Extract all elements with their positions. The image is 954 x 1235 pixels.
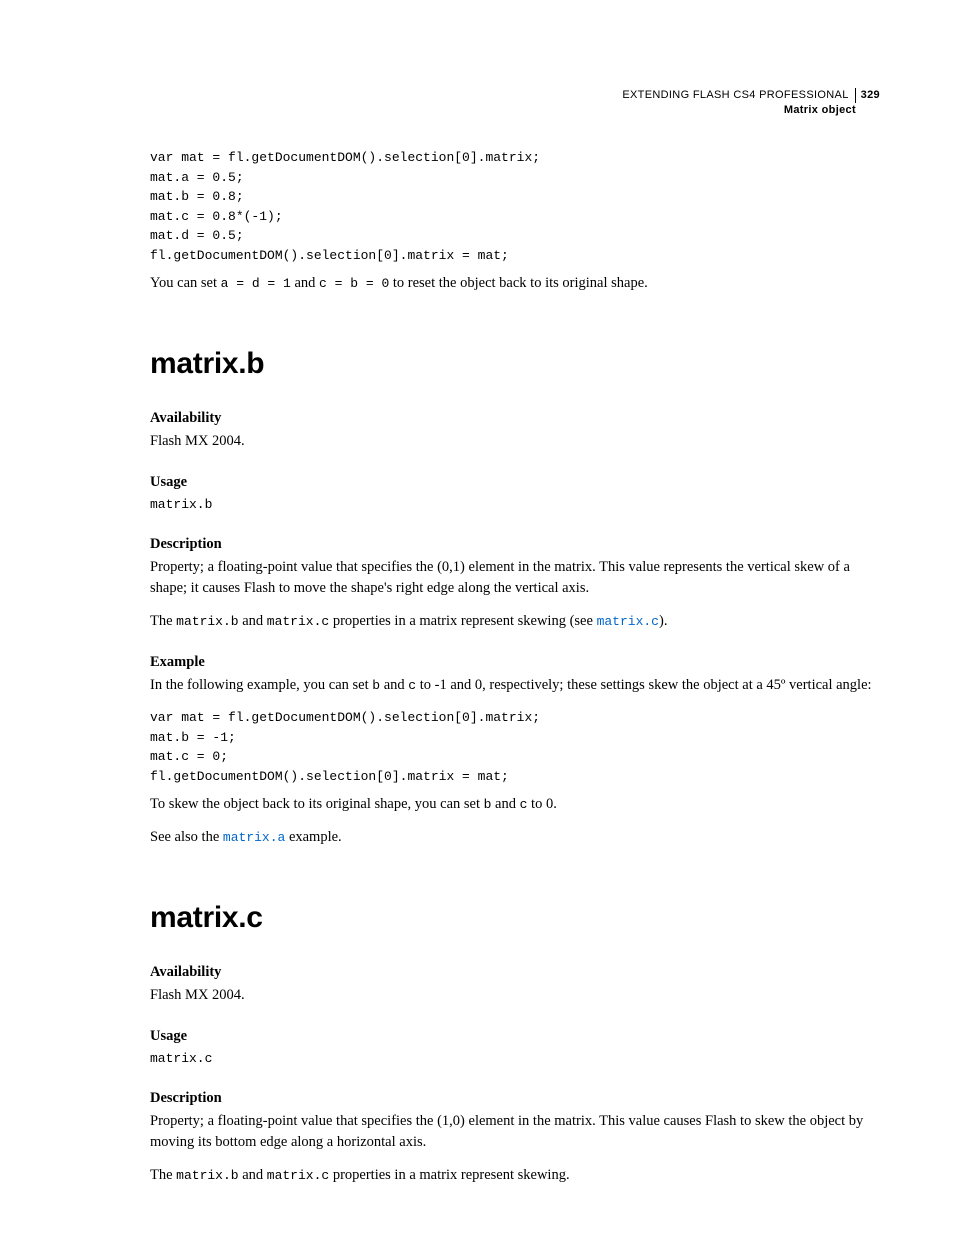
text: and bbox=[380, 677, 408, 693]
usage-code: matrix.b bbox=[150, 495, 880, 515]
text: and bbox=[291, 275, 319, 291]
usage-heading: Usage bbox=[150, 472, 880, 493]
example-code-block: var mat = fl.getDocumentDOM().selection[… bbox=[150, 708, 880, 786]
page: EXTENDING FLASH CS4 PROFESSIONAL329 Matr… bbox=[0, 0, 954, 1235]
inline-code: c = b = 0 bbox=[319, 276, 389, 291]
inline-code: a = d = 1 bbox=[221, 276, 291, 291]
usage-code: matrix.c bbox=[150, 1049, 880, 1069]
text: to 0. bbox=[527, 796, 556, 812]
description-heading: Description bbox=[150, 1088, 880, 1109]
text: and bbox=[239, 1167, 267, 1183]
inline-code: matrix.c bbox=[267, 1168, 329, 1183]
text: and bbox=[491, 796, 519, 812]
xref-matrix-c[interactable]: matrix.c bbox=[597, 614, 659, 629]
availability-heading: Availability bbox=[150, 962, 880, 983]
header-subtitle: Matrix object bbox=[622, 103, 880, 118]
description-paragraph-2: The matrix.b and matrix.c properties in … bbox=[150, 611, 880, 632]
text: The bbox=[150, 613, 176, 629]
availability-text: Flash MX 2004. bbox=[150, 985, 880, 1006]
text: to reset the object back to its original… bbox=[389, 275, 648, 291]
description-paragraph: Property; a floating-point value that sp… bbox=[150, 1111, 880, 1153]
section-heading-matrix-b: matrix.b bbox=[150, 342, 880, 386]
xref-matrix-a[interactable]: matrix.a bbox=[223, 830, 285, 845]
text: You can set bbox=[150, 275, 221, 291]
description-heading: Description bbox=[150, 534, 880, 555]
inline-code: c bbox=[408, 678, 416, 693]
inline-code: b bbox=[372, 678, 380, 693]
text: and bbox=[239, 613, 267, 629]
header-title: EXTENDING FLASH CS4 PROFESSIONAL bbox=[622, 88, 855, 103]
section-heading-matrix-c: matrix.c bbox=[150, 896, 880, 940]
intro-reset-paragraph: You can set a = d = 1 and c = b = 0 to r… bbox=[150, 273, 880, 294]
text: The bbox=[150, 1167, 176, 1183]
description-paragraph: Property; a floating-point value that sp… bbox=[150, 557, 880, 599]
text: to -1 and 0, respectively; these setting… bbox=[416, 677, 871, 693]
page-number: 329 bbox=[856, 89, 880, 101]
text: properties in a matrix represent skewing… bbox=[329, 613, 596, 629]
description-paragraph-2: The matrix.b and matrix.c properties in … bbox=[150, 1165, 880, 1186]
text: ). bbox=[659, 613, 667, 629]
example-intro: In the following example, you can set b … bbox=[150, 675, 880, 696]
inline-code: matrix.c bbox=[267, 614, 329, 629]
text: properties in a matrix represent skewing… bbox=[329, 1167, 569, 1183]
text: To skew the object back to its original … bbox=[150, 796, 484, 812]
usage-heading: Usage bbox=[150, 1026, 880, 1047]
intro-code-block: var mat = fl.getDocumentDOM().selection[… bbox=[150, 148, 880, 265]
availability-heading: Availability bbox=[150, 408, 880, 429]
running-header: EXTENDING FLASH CS4 PROFESSIONAL329 Matr… bbox=[622, 88, 880, 118]
inline-code: matrix.b bbox=[176, 1168, 238, 1183]
text: In the following example, you can set bbox=[150, 677, 372, 693]
page-content: var mat = fl.getDocumentDOM().selection[… bbox=[150, 88, 880, 1186]
see-also-paragraph: See also the matrix.a example. bbox=[150, 827, 880, 848]
example-heading: Example bbox=[150, 652, 880, 673]
availability-text: Flash MX 2004. bbox=[150, 431, 880, 452]
example-after-paragraph: To skew the object back to its original … bbox=[150, 794, 880, 815]
text: example. bbox=[285, 829, 341, 845]
text: See also the bbox=[150, 829, 223, 845]
inline-code: matrix.b bbox=[176, 614, 238, 629]
